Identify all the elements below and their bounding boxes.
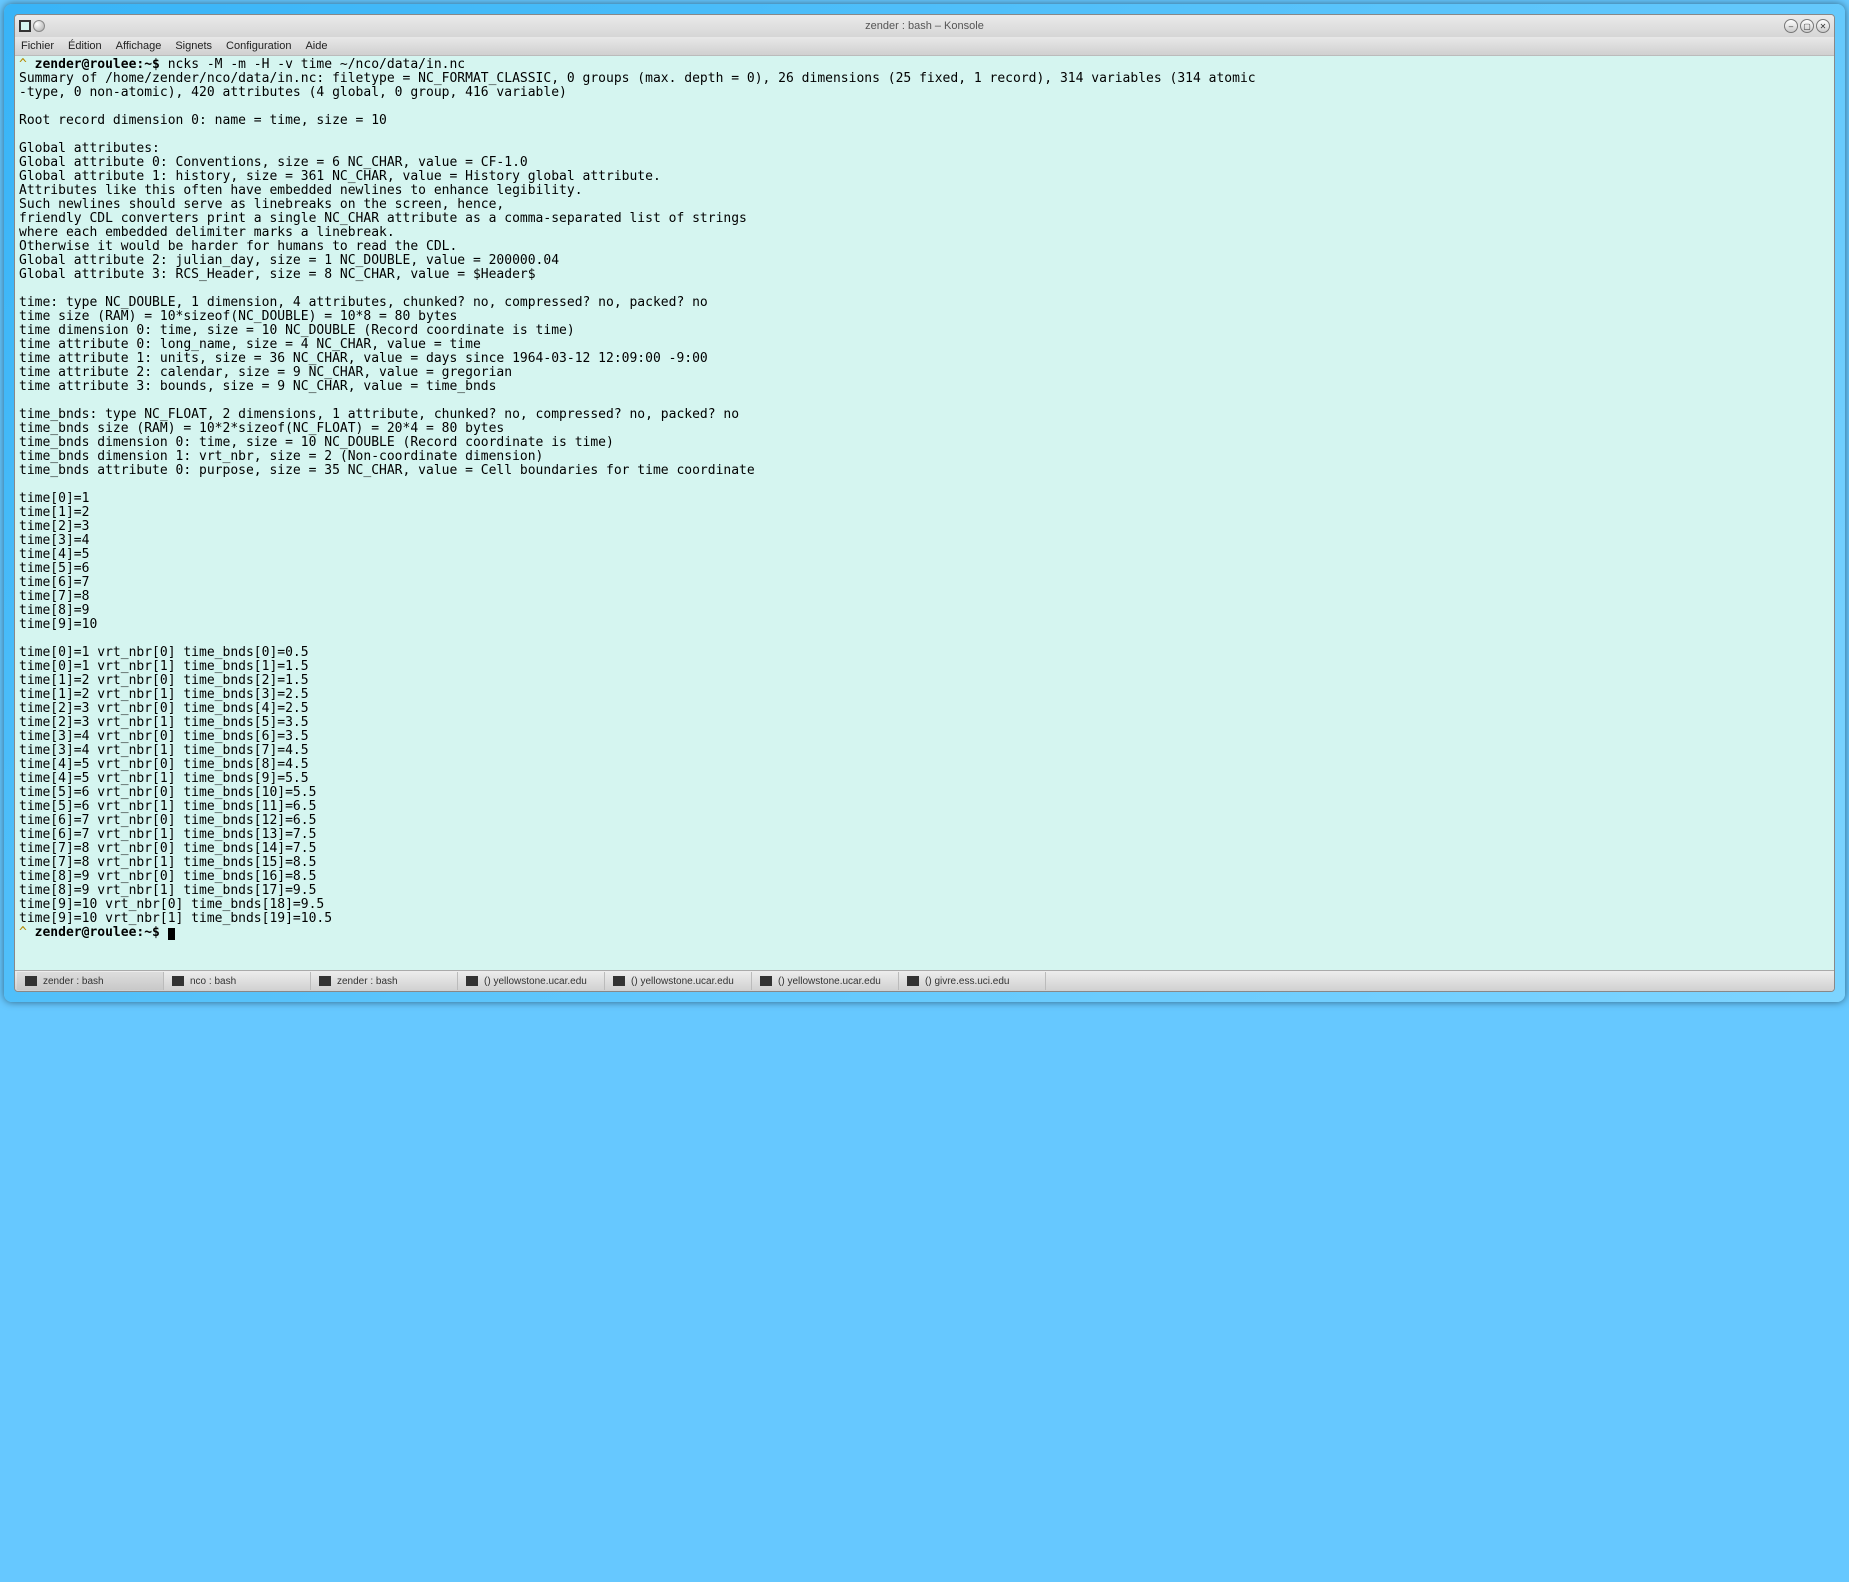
menu-signets[interactable]: Signets [175, 40, 212, 52]
menu-edition[interactable]: Édition [68, 40, 102, 52]
tab-givre[interactable]: () givre.ess.uci.edu [899, 972, 1046, 990]
shell-output: Summary of /home/zender/nco/data/in.nc: … [19, 71, 1256, 926]
window-title: zender : bash – Konsole [15, 20, 1834, 32]
titlebar[interactable]: zender : bash – Konsole – ▢ ✕ [15, 15, 1834, 37]
tab-zender-bash-2[interactable]: zender : bash [311, 972, 458, 990]
prompt-chevron-icon: ^ [19, 57, 35, 72]
close-button[interactable]: ✕ [1816, 19, 1830, 33]
tab-label: () yellowstone.ucar.edu [484, 976, 587, 987]
terminal-icon [319, 976, 331, 986]
app-icon [19, 20, 31, 32]
tab-yellowstone-2[interactable]: () yellowstone.ucar.edu [605, 972, 752, 990]
tab-label: zender : bash [337, 976, 398, 987]
terminal-icon [25, 976, 37, 986]
tab-yellowstone-3[interactable]: () yellowstone.ucar.edu [752, 972, 899, 990]
pin-icon[interactable] [33, 20, 45, 32]
tab-label: () yellowstone.ucar.edu [778, 976, 881, 987]
menu-aide[interactable]: Aide [305, 40, 327, 52]
menubar: Fichier Édition Affichage Signets Config… [15, 37, 1834, 56]
cursor-icon [168, 928, 175, 940]
shell-prompt-2: zender@roulee:~$ [35, 925, 168, 940]
minimize-button[interactable]: – [1784, 19, 1798, 33]
konsole-window: zender : bash – Konsole – ▢ ✕ Fichier Éd… [14, 14, 1835, 992]
maximize-button[interactable]: ▢ [1800, 19, 1814, 33]
terminal-icon [466, 976, 478, 986]
taskbar: zender : bash nco : bash zender : bash (… [15, 970, 1834, 991]
tab-label: nco : bash [190, 976, 236, 987]
shell-prompt: zender@roulee:~$ [35, 57, 168, 72]
tab-label: zender : bash [43, 976, 104, 987]
terminal-icon [907, 976, 919, 986]
tab-nco-bash[interactable]: nco : bash [164, 972, 311, 990]
menu-affichage[interactable]: Affichage [116, 40, 162, 52]
tab-label: () yellowstone.ucar.edu [631, 976, 734, 987]
shell-command: ncks -M -m -H -v time ~/nco/data/in.nc [168, 57, 465, 72]
terminal-icon [172, 976, 184, 986]
tab-zender-bash-1[interactable]: zender : bash [17, 972, 164, 990]
tab-yellowstone-1[interactable]: () yellowstone.ucar.edu [458, 972, 605, 990]
terminal-area[interactable]: ^ zender@roulee:~$ ncks -M -m -H -v time… [15, 56, 1834, 970]
terminal-icon [760, 976, 772, 986]
menu-fichier[interactable]: Fichier [21, 40, 54, 52]
prompt-chevron-icon: ^ [19, 925, 35, 940]
tab-label: () givre.ess.uci.edu [925, 976, 1009, 987]
menu-configuration[interactable]: Configuration [226, 40, 291, 52]
terminal-icon [613, 976, 625, 986]
